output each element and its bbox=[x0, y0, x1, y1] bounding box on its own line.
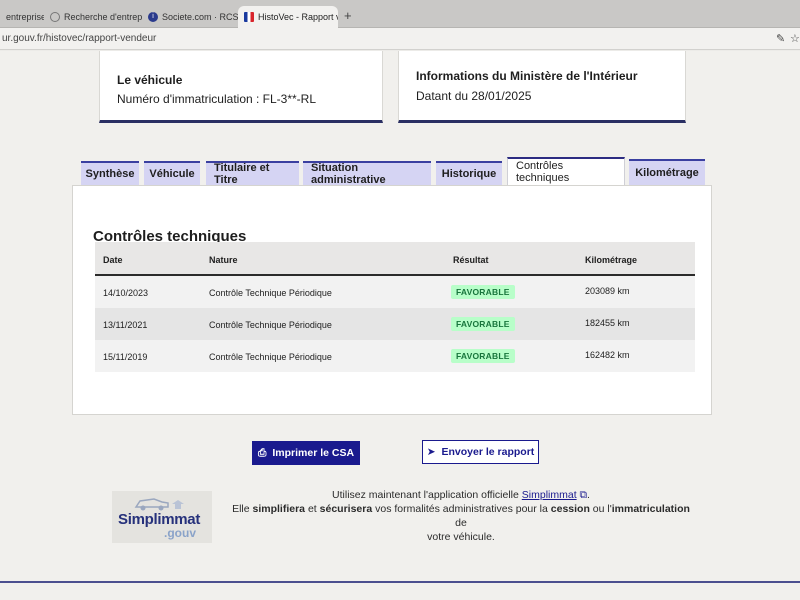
table-row: 13/11/2021 Contrôle Technique Périodique… bbox=[95, 308, 695, 340]
plate-number: Numéro d'immatriculation : FL-3**-RL bbox=[117, 92, 317, 106]
page-content: Le véhicule Numéro d'immatriculation : F… bbox=[0, 51, 800, 600]
address-bar[interactable]: ur.gouv.fr/histovec/rapport-vendeur ✎ ☆ bbox=[0, 28, 800, 50]
browser-tab[interactable]: Recherche d'entreprises bbox=[44, 6, 142, 28]
browser-tab-label: Recherche d'entreprises bbox=[64, 12, 142, 22]
report-tabs: Synthèse Véhicule Titulaire et Titre Sit… bbox=[81, 155, 721, 186]
send-report-label: Envoyer le rapport bbox=[441, 446, 535, 458]
browser-tab[interactable]: entreprises × bbox=[0, 6, 44, 28]
browser-tab-label: Societe.com · RCS, s ret, s bbox=[162, 12, 238, 22]
browser-tab-label: entreprises bbox=[6, 12, 44, 22]
cell-kilometrage: 203089 km bbox=[585, 286, 630, 296]
controles-table: Date Nature Résultat Kilométrage 14/10/2… bbox=[95, 242, 695, 372]
cell-date: 13/11/2021 bbox=[103, 320, 148, 330]
promo-text-part: ou l' bbox=[592, 503, 612, 515]
tab-vehicule[interactable]: Véhicule bbox=[144, 161, 200, 185]
promo-emphasis: sécurisera bbox=[319, 503, 373, 515]
promo-text-part: Elle bbox=[232, 503, 250, 515]
promo-emphasis: cession bbox=[550, 503, 590, 515]
marianne-flag-icon bbox=[244, 12, 254, 22]
cell-nature: Contrôle Technique Périodique bbox=[209, 288, 332, 298]
tab-situation-administrative[interactable]: Situation administrative bbox=[303, 161, 431, 186]
browser-tab-label: HistoVec - Rapport vende bbox=[258, 12, 338, 22]
send-icon: ➤ bbox=[426, 446, 436, 458]
promo-text: Utilisez maintenant l'application offici… bbox=[228, 488, 694, 544]
browser-tab[interactable]: i Societe.com · RCS, s ret, s bbox=[142, 6, 238, 28]
cell-date: 14/10/2023 bbox=[103, 288, 149, 298]
ministry-card: Informations du Ministère de l'Intérieur… bbox=[398, 51, 686, 123]
new-tab-button[interactable]: + bbox=[344, 8, 352, 23]
promo-emphasis: immatriculation bbox=[611, 503, 690, 515]
bookmark-icon[interactable]: ☆ bbox=[790, 32, 800, 45]
tab-historique[interactable]: Historique bbox=[436, 161, 502, 185]
cell-nature: Contrôle Technique Périodique bbox=[209, 320, 332, 330]
column-header-resultat: Résultat bbox=[453, 255, 489, 265]
simplimmat-link[interactable]: Simplimmat bbox=[522, 489, 577, 501]
promo-line-1-text: Utilisez maintenant l'application offici… bbox=[332, 489, 519, 501]
print-csa-label: Imprimer le CSA bbox=[272, 447, 355, 459]
promo-text-part: de bbox=[455, 517, 467, 529]
societe-icon: i bbox=[148, 12, 158, 22]
tab-controles-techniques[interactable]: Contrôles techniques bbox=[507, 157, 625, 185]
car-icon bbox=[134, 498, 184, 511]
promo-emphasis: simplifiera bbox=[252, 503, 306, 515]
loading-icon bbox=[50, 12, 60, 22]
vehicle-card-title: Le véhicule bbox=[117, 73, 183, 87]
tab-synthese[interactable]: Synthèse bbox=[81, 161, 139, 185]
column-header-kilometrage: Kilométrage bbox=[585, 255, 638, 265]
print-csa-button[interactable]: ⎙ Imprimer le CSA bbox=[252, 441, 360, 465]
column-header-date: Date bbox=[103, 255, 123, 265]
send-report-button[interactable]: ➤ Envoyer le rapport bbox=[422, 440, 539, 464]
promo-text-part: et bbox=[307, 503, 317, 515]
url-text[interactable]: ur.gouv.fr/histovec/rapport-vendeur bbox=[2, 33, 156, 44]
cell-kilometrage: 182455 km bbox=[585, 318, 630, 328]
table-row: 15/11/2019 Contrôle Technique Périodique… bbox=[95, 340, 695, 372]
promo-line-3: votre véhicule. bbox=[427, 531, 495, 543]
external-link-icon: ⧉ bbox=[579, 489, 588, 501]
data-date: Datant du 28/01/2025 bbox=[416, 89, 532, 103]
column-header-nature: Nature bbox=[209, 255, 238, 265]
simplimmat-logo[interactable]: Simplimmat .gouv bbox=[112, 491, 212, 543]
browser-tab-strip: entreprises × Recherche d'entreprises i … bbox=[0, 0, 800, 28]
cell-date: 15/11/2019 bbox=[103, 352, 148, 362]
result-badge: FAVORABLE bbox=[451, 285, 515, 299]
vehicle-card: Le véhicule Numéro d'immatriculation : F… bbox=[99, 51, 383, 123]
tab-kilometrage[interactable]: Kilométrage bbox=[629, 159, 705, 185]
controles-panel: Contrôles techniques Date Nature Résulta… bbox=[72, 185, 712, 415]
edit-icon[interactable]: ✎ bbox=[776, 32, 785, 45]
logo-sub-text: .gouv bbox=[164, 526, 196, 540]
promo-line-1: Utilisez maintenant l'application offici… bbox=[332, 489, 590, 501]
browser-tab-active[interactable]: HistoVec - Rapport vende bbox=[238, 6, 338, 28]
promo-text-part: vos formalités administratives pour la bbox=[375, 503, 548, 515]
footer-divider bbox=[0, 581, 800, 583]
result-badge: FAVORABLE bbox=[451, 317, 515, 331]
table-row: 14/10/2023 Contrôle Technique Périodique… bbox=[95, 276, 695, 308]
cell-nature: Contrôle Technique Périodique bbox=[209, 352, 332, 362]
printer-icon: ⎙ bbox=[257, 446, 267, 459]
promo-line-2: Elle simplifiera et sécurisera vos forma… bbox=[228, 502, 694, 530]
table-header: Date Nature Résultat Kilométrage bbox=[95, 242, 695, 276]
tab-titulaire[interactable]: Titulaire et Titre bbox=[206, 161, 299, 186]
result-badge: FAVORABLE bbox=[451, 349, 515, 363]
cell-kilometrage: 162482 km bbox=[585, 350, 630, 360]
ministry-card-title: Informations du Ministère de l'Intérieur bbox=[416, 69, 638, 83]
